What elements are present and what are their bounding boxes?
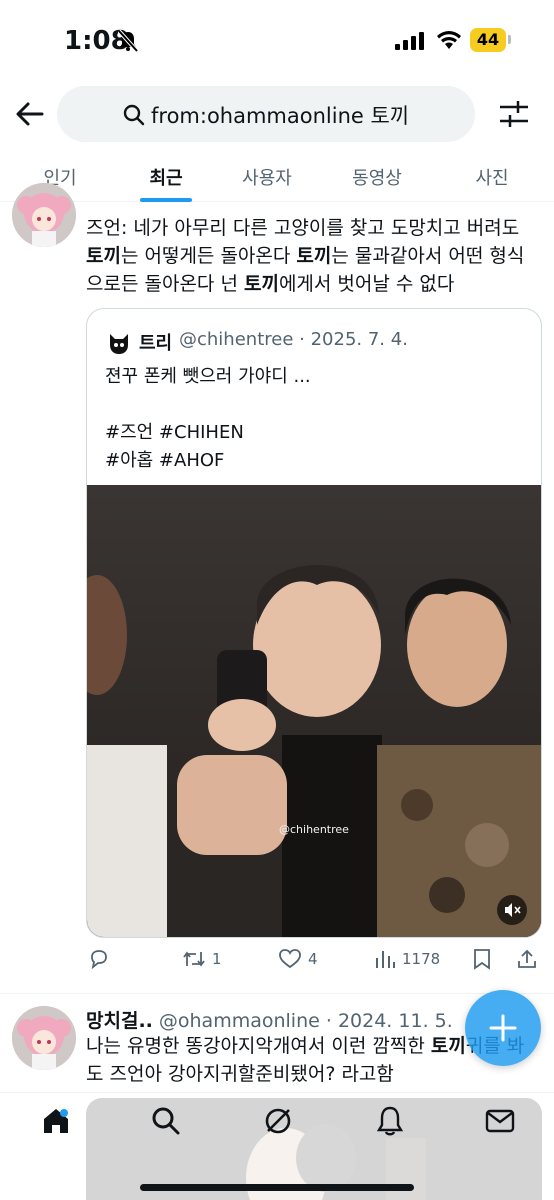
home-indicator xyxy=(140,1184,414,1191)
quoted-tweet[interactable]: 트리 @chihentree · 2025. 7. 4. 젼꾸 폰케 뺏으러 가… xyxy=(86,308,542,938)
share-button[interactable] xyxy=(516,948,538,970)
battery-icon: 44 xyxy=(470,28,506,52)
search-tabs: 인기 최근 사용자 동영상 사진 xyxy=(0,150,554,202)
back-arrow-icon[interactable] xyxy=(14,98,46,130)
notifications-bell-icon[interactable] xyxy=(374,1105,406,1137)
tab-photos[interactable]: 사진 xyxy=(475,164,508,190)
plus-icon xyxy=(489,1014,517,1042)
search-icon xyxy=(123,104,145,126)
signal-icon xyxy=(395,32,424,50)
tweet-text: 즈언: 네가 아무리 다른 고양이를 찾고 도망치고 버려도 토끼는 어떻게든 … xyxy=(86,217,525,295)
retweet-count: 1 xyxy=(212,950,222,968)
tab-people[interactable]: 사용자 xyxy=(242,164,292,190)
quoted-author-name: 트리 xyxy=(139,333,173,354)
mute-button[interactable] xyxy=(497,895,527,925)
messages-envelope-icon[interactable] xyxy=(484,1105,516,1137)
tweet-divider xyxy=(0,993,554,994)
grok-icon[interactable] xyxy=(262,1105,294,1137)
share-icon xyxy=(518,949,536,968)
reply-icon xyxy=(91,950,107,970)
retweet-button[interactable]: 1 xyxy=(182,948,222,970)
views-chart-icon xyxy=(376,951,395,968)
active-tab-indicator xyxy=(140,198,192,202)
status-bar: 1:08 44 xyxy=(0,0,554,86)
like-count: 4 xyxy=(308,950,318,968)
compose-button[interactable] xyxy=(465,990,541,1066)
search-query: from:ohammaonline 토끼 xyxy=(151,104,410,128)
video-preview[interactable]: @chihentree xyxy=(87,485,541,937)
battery-tip xyxy=(508,35,511,44)
quoted-text: 젼꾸 폰케 뺏으러 가야디 ... #즈언 #CHIHEN #아홉 #AHOF xyxy=(105,366,311,471)
heart-icon xyxy=(279,949,301,969)
views-button[interactable]: 1178 xyxy=(374,948,440,970)
retweet-icon xyxy=(183,951,205,967)
cat-avatar-icon xyxy=(110,334,128,354)
tab-videos[interactable]: 동영상 xyxy=(352,164,402,190)
author-name[interactable]: 망치걸.. xyxy=(86,1010,153,1032)
quoted-author-meta: @chihentree · 2025. 7. 4. xyxy=(179,329,408,350)
tweet-header: 망치걸.. @ohammaonline · 2024. 11. 5. xyxy=(86,1006,453,1033)
speaker-mute-icon xyxy=(505,903,521,917)
tweet-actions: 1 4 1178 xyxy=(86,948,546,978)
filter-sliders-icon[interactable] xyxy=(498,99,530,129)
wifi-icon xyxy=(437,31,461,49)
search-icon[interactable] xyxy=(150,1105,182,1137)
tab-latest[interactable]: 최근 xyxy=(149,164,182,190)
home-icon[interactable] xyxy=(40,1105,72,1137)
avatar[interactable] xyxy=(12,1006,76,1070)
search-input[interactable]: from:ohammaonline 토끼 xyxy=(57,86,475,142)
author-meta: @ohammaonline · 2024. 11. 5. xyxy=(158,1010,453,1032)
bookmark-button[interactable] xyxy=(472,948,492,970)
bell-slash-icon xyxy=(118,30,138,52)
reply-button[interactable] xyxy=(88,948,110,970)
view-count: 1178 xyxy=(402,950,441,968)
avatar[interactable] xyxy=(12,183,76,247)
bookmark-icon xyxy=(474,949,490,970)
image-watermark: @chihentree xyxy=(279,823,349,836)
like-button[interactable]: 4 xyxy=(278,948,318,970)
